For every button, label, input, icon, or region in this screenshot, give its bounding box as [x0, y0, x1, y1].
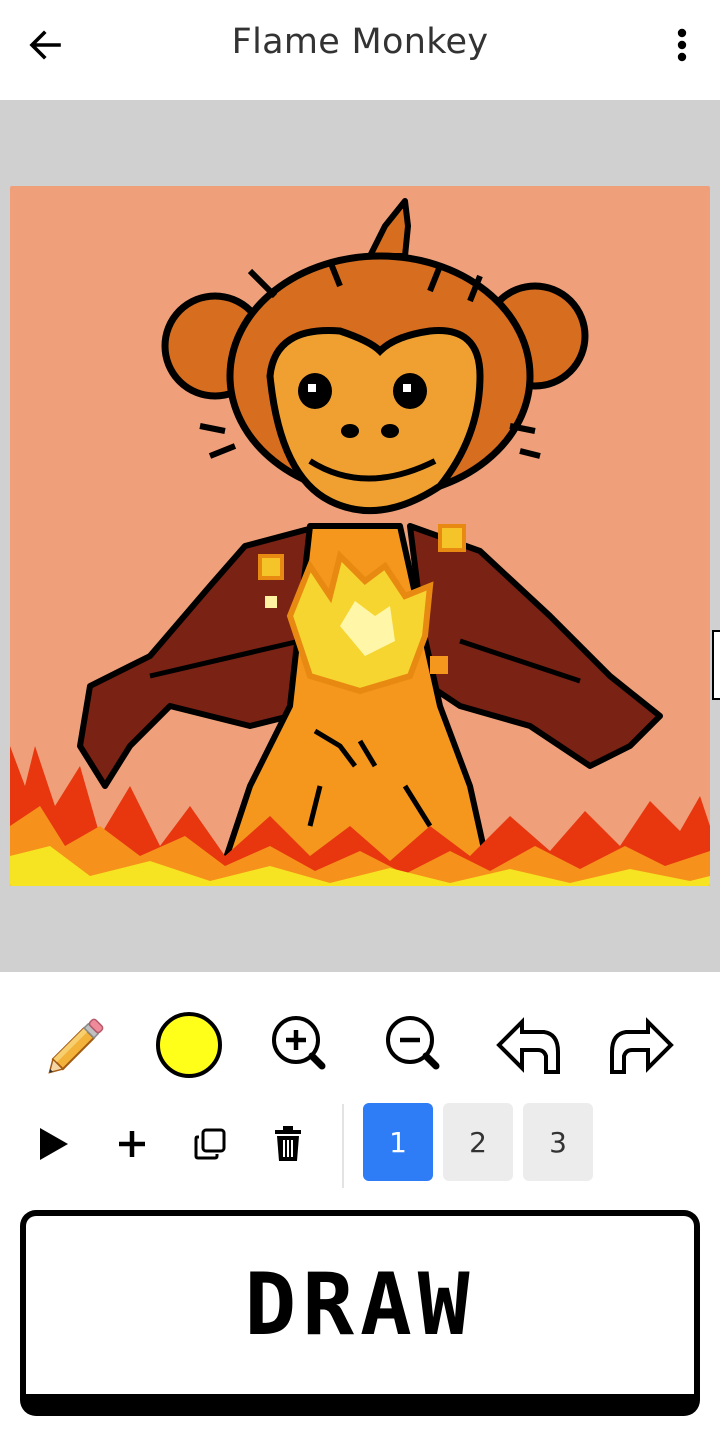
delete-frame-button[interactable] — [258, 1114, 318, 1174]
zoom-out-icon — [386, 1016, 440, 1070]
app-bar: Flame Monkey — [0, 0, 720, 100]
duplicate-frame-button[interactable] — [180, 1114, 240, 1174]
frame-bar: 1 2 3 — [0, 1100, 720, 1188]
plus-icon — [119, 1131, 145, 1157]
redo-button[interactable] — [596, 1000, 686, 1090]
trash-icon — [275, 1126, 301, 1161]
frame-tab-2[interactable]: 2 — [443, 1103, 513, 1181]
draw-button[interactable]: DRAW — [20, 1210, 700, 1416]
pencil-icon — [48, 1018, 104, 1074]
page-title: Flame Monkey — [231, 22, 489, 62]
zoom-out-button[interactable] — [370, 1000, 460, 1090]
drawing-canvas[interactable] — [10, 186, 710, 886]
more-vertical-icon — [677, 28, 687, 62]
flame-monkey-artwork — [10, 198, 710, 886]
add-frame-button[interactable] — [102, 1114, 162, 1174]
zoom-in-button[interactable] — [256, 1000, 346, 1090]
frame-bar-divider — [342, 1104, 344, 1188]
current-color-swatch — [156, 1012, 222, 1078]
play-button[interactable] — [24, 1114, 84, 1174]
tool-bar — [0, 1000, 720, 1090]
play-icon — [40, 1128, 68, 1160]
draw-button-label: DRAW — [244, 1255, 476, 1355]
frame-tab-3[interactable]: 3 — [523, 1103, 593, 1181]
canvas-area — [0, 100, 720, 972]
pencil-tool-button[interactable] — [32, 1000, 122, 1090]
undo-arrow-icon — [496, 1017, 560, 1074]
redo-arrow-icon — [610, 1017, 674, 1074]
canvas-edge-handle[interactable] — [712, 630, 720, 700]
more-options-button[interactable] — [664, 22, 700, 68]
zoom-in-icon — [272, 1016, 326, 1070]
undo-button[interactable] — [484, 1000, 574, 1090]
frame-tab-1[interactable]: 1 — [363, 1103, 433, 1181]
color-picker-button[interactable] — [144, 1000, 234, 1090]
copy-icon — [194, 1128, 226, 1160]
